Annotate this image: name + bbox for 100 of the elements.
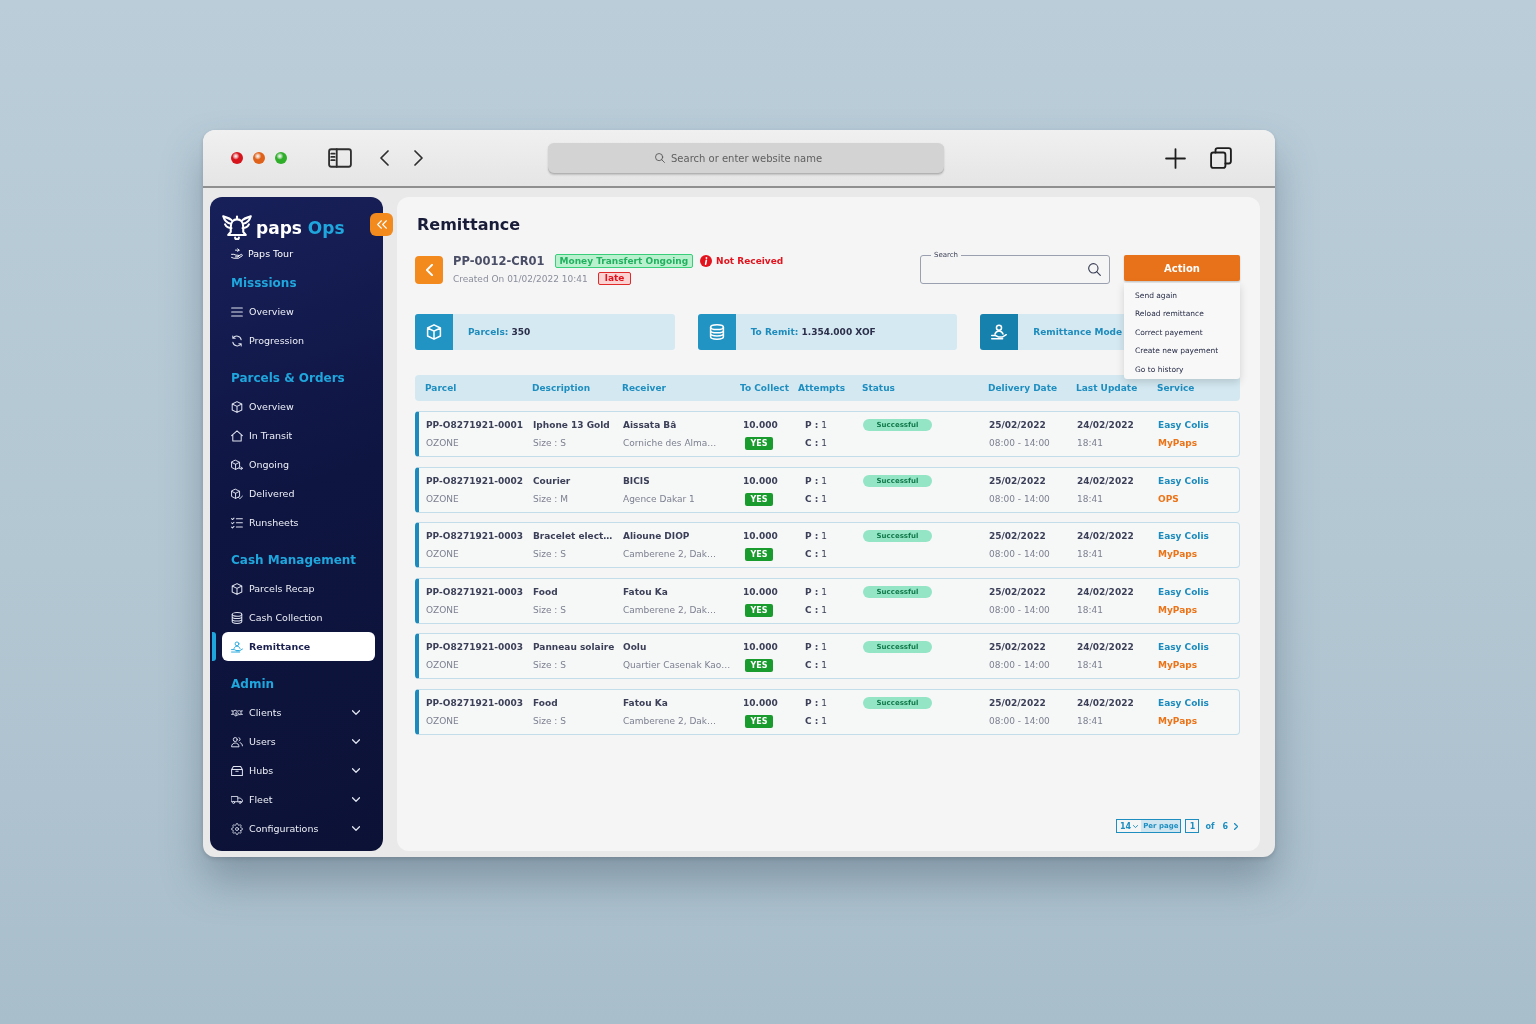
receiver-address: Corniche des Alma… — [623, 437, 717, 450]
receipt-status: Not Received — [716, 256, 784, 266]
parcel-id: PP-O8271921-0001 — [426, 419, 524, 432]
delivery-date: 25/02/2022 — [989, 696, 1046, 710]
address-field[interactable]: Search or enter website name — [548, 142, 944, 174]
amount-to-collect: 10.000 — [743, 530, 778, 544]
receiver-address: Camberene 2, Dak… — [623, 714, 717, 728]
amount-to-collect: 10.000 — [743, 474, 778, 488]
users-icon — [231, 735, 243, 748]
section-heading: Parcels & Orders — [230, 370, 345, 387]
info-icon — [700, 255, 713, 267]
delivery-window: 08:00 - 14:00 — [989, 491, 1050, 506]
box-icon — [231, 400, 243, 413]
stat-text: Remittance Mode — [1033, 327, 1123, 337]
sidebar-item[interactable]: Remittance — [222, 632, 375, 661]
delivery-window: 08:00 - 14:00 — [989, 658, 1050, 673]
back-icon[interactable] — [380, 150, 389, 166]
minimize-window-icon[interactable] — [253, 152, 265, 164]
receiver-address: Camberene 2, Dak… — [623, 603, 717, 617]
sidebar-item[interactable]: Runsheets — [222, 508, 375, 537]
forward-icon[interactable] — [414, 150, 423, 166]
receiver-name: Fatou Ka — [623, 585, 668, 599]
box-arrow-icon — [231, 458, 243, 471]
update-date: 24/02/2022 — [1077, 530, 1134, 544]
service-name: Easy Colis — [1158, 641, 1209, 655]
sidebar-item[interactable]: Users — [222, 727, 375, 756]
sidebar-toggle-icon[interactable] — [328, 148, 352, 168]
sidebar-item[interactable]: Hubs — [222, 756, 375, 785]
receiver-address: Camberene 2, Dak… — [623, 548, 717, 562]
section-heading: Admin — [230, 676, 275, 693]
parcel-id: PP-O8271921-0003 — [426, 585, 524, 599]
parcel-size: Size : S — [533, 548, 566, 562]
sidebar-item[interactable]: Ongoing — [222, 450, 375, 479]
double-chevron-left-icon — [376, 220, 387, 229]
column-header: To Collect — [740, 383, 789, 393]
item-description: Courier — [533, 474, 571, 488]
settings-icon — [231, 822, 243, 835]
update-time: 18:41 — [1077, 659, 1103, 673]
logo-text: paps Ops — [256, 217, 345, 238]
update-time: 18:41 — [1077, 437, 1103, 450]
receiver-address: Agence Dakar 1 — [623, 492, 695, 506]
collapse-button[interactable] — [370, 213, 393, 236]
transfer-status-badge: Money Transfert Ongoing — [554, 254, 694, 268]
sidebar-item[interactable]: Overview — [222, 392, 375, 421]
list-icon — [231, 305, 243, 318]
pickup-attempts: P : 1 — [805, 419, 827, 432]
page-total: 6 — [1222, 821, 1228, 831]
box-icon — [231, 582, 243, 595]
remittance-reference: PP-0012-CR01 — [453, 254, 545, 268]
checklist-icon — [231, 516, 243, 529]
sidebar-item[interactable]: Overview — [222, 297, 375, 326]
pickup-attempts: P : 1 — [805, 696, 827, 710]
provider-name: MyPaps — [1158, 714, 1198, 728]
delivery-date: 25/02/2022 — [989, 585, 1046, 599]
delivery-window: 08:00 - 14:00 — [989, 602, 1050, 617]
sidebar-item[interactable]: Parcels Recap — [222, 574, 375, 603]
parcel-size: Size : S — [533, 603, 566, 617]
sidebar-item[interactable]: Fleet — [222, 785, 375, 814]
sidebar-item[interactable]: Delivered — [222, 479, 375, 508]
new-tab-icon[interactable] — [1165, 147, 1186, 169]
parcel-size: Size : S — [533, 659, 566, 673]
sidebar-item[interactable]: Cash Collection — [222, 603, 375, 632]
delivery-date: 25/02/2022 — [989, 474, 1046, 488]
column-header: Last Update — [1076, 383, 1138, 393]
collected-badge: YES — [745, 659, 773, 673]
receiver-name: Aissata Bâ — [623, 419, 677, 432]
client-name: OZONE — [426, 437, 459, 450]
provider-name: MyPaps — [1158, 437, 1198, 450]
item-description: Bracelet elect… — [533, 530, 613, 544]
column-header: Description — [532, 383, 591, 393]
receiver-name: Oolu — [623, 641, 647, 655]
update-time: 18:41 — [1077, 603, 1103, 617]
house-icon — [231, 429, 243, 442]
close-window-icon[interactable] — [231, 152, 243, 164]
provider-name: MyPaps — [1158, 659, 1198, 673]
item-description: Panneau solaire — [533, 641, 615, 655]
tour-link[interactable]: Paps Tour — [222, 246, 294, 260]
sidebar-item[interactable]: In Transit — [222, 421, 375, 450]
tabs-icon[interactable] — [1210, 147, 1232, 169]
pickup-attempts: P : 1 — [805, 474, 827, 488]
pickup-attempts: P : 1 — [805, 641, 827, 655]
column-header: Receiver — [622, 383, 666, 393]
service-name: Easy Colis — [1158, 474, 1209, 488]
sidebar-item[interactable]: Progression — [222, 326, 375, 355]
delivery-attempts: C : 1 — [805, 437, 827, 450]
collected-badge: YES — [745, 437, 773, 450]
parcel-size: Size : M — [533, 492, 568, 506]
update-date: 24/02/2022 — [1077, 474, 1134, 488]
client-name: OZONE — [426, 603, 459, 617]
update-time: 18:41 — [1077, 492, 1103, 506]
update-date: 24/02/2022 — [1077, 696, 1134, 710]
delivery-date: 25/02/2022 — [989, 530, 1046, 544]
created-date: Created On 01/02/2022 10:41 — [453, 273, 588, 284]
sidebar-item[interactable]: Configurations — [222, 814, 375, 843]
update-time: 18:41 — [1077, 714, 1103, 728]
sidebar-item[interactable]: Clients — [222, 698, 375, 727]
section-heading: Cash Management — [230, 552, 357, 569]
next-page-button[interactable] — [1234, 822, 1238, 830]
column-header: Delivery Date — [988, 383, 1058, 393]
amount-to-collect: 10.000 — [743, 419, 778, 432]
